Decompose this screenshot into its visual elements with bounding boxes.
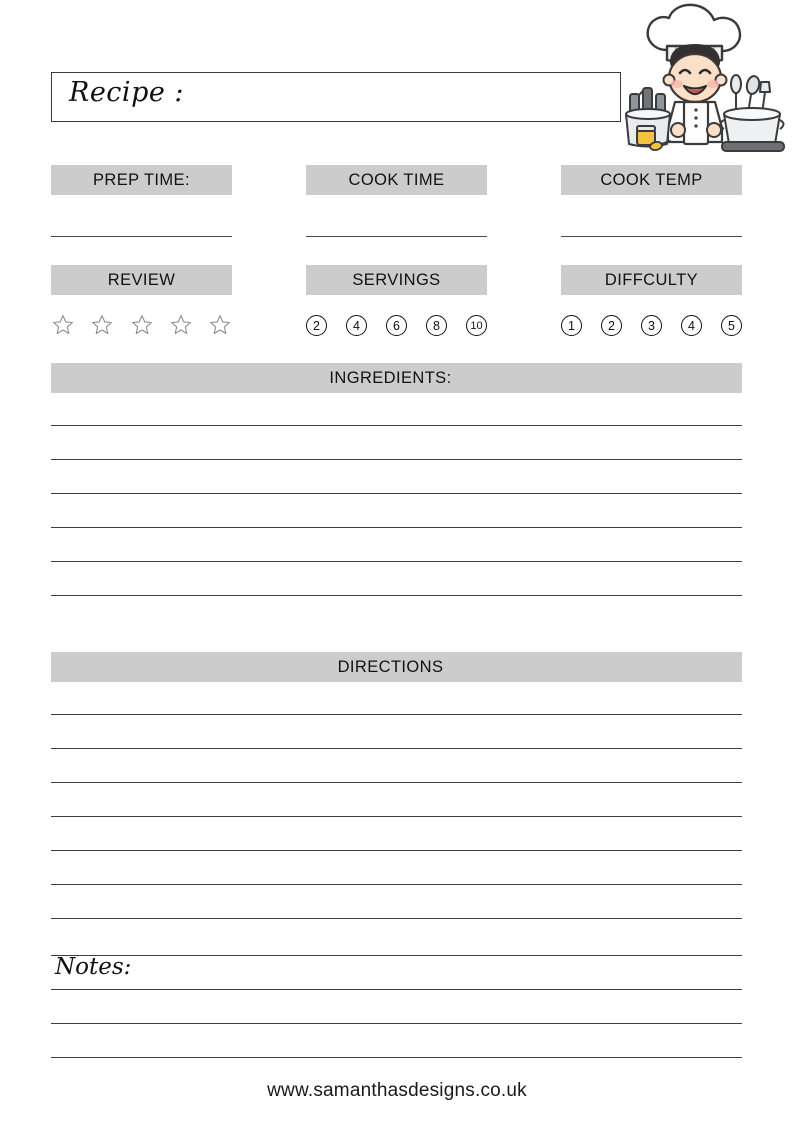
prep-time-input-rule[interactable] <box>51 236 232 237</box>
ingredient-line-5[interactable] <box>51 561 742 562</box>
review-header: REVIEW <box>51 265 232 295</box>
ingredients-header: INGREDIENTS: <box>51 363 742 393</box>
notes-label: Notes: <box>55 954 132 980</box>
footer-website-url: www.samanthasdesigns.co.uk <box>267 1080 527 1101</box>
direction-line-1[interactable] <box>51 714 742 715</box>
servings-label: SERVINGS <box>352 270 441 289</box>
servings-option-8[interactable]: 8 <box>426 315 447 336</box>
difficulty-option-label: 2 <box>608 318 615 333</box>
difficulty-option-3[interactable]: 3 <box>641 315 662 336</box>
ingredient-line-2[interactable] <box>51 459 742 460</box>
star-icon-2[interactable] <box>90 313 114 337</box>
cook-temp-input-rule[interactable] <box>561 236 742 237</box>
servings-option-label: 10 <box>470 319 483 332</box>
star-icon-1[interactable] <box>51 313 75 337</box>
servings-option-label: 2 <box>313 318 320 333</box>
servings-option-2[interactable]: 2 <box>306 315 327 336</box>
ingredients-label: INGREDIENTS: <box>329 368 452 387</box>
servings-option-label: 4 <box>353 318 360 333</box>
servings-options[interactable]: 2 4 6 8 10 <box>306 315 487 336</box>
cook-temp-header: COOK TEMP <box>561 165 742 195</box>
direction-line-7[interactable] <box>51 918 742 919</box>
notes-line-2[interactable] <box>51 989 742 990</box>
servings-option-label: 8 <box>433 318 440 333</box>
notes-line-4[interactable] <box>51 1057 742 1058</box>
cook-time-header: COOK TIME <box>306 165 487 195</box>
prep-time-header: PREP TIME: <box>51 165 232 195</box>
directions-header: DIRECTIONS <box>51 652 742 682</box>
recipe-title-field[interactable]: Recipe : <box>51 72 621 122</box>
difficulty-option-5[interactable]: 5 <box>721 315 742 336</box>
cook-temp-label: COOK TEMP <box>600 170 703 189</box>
cook-time-label: COOK TIME <box>348 170 445 189</box>
direction-line-4[interactable] <box>51 816 742 817</box>
notes-line-1[interactable] <box>51 955 742 956</box>
difficulty-option-4[interactable]: 4 <box>681 315 702 336</box>
servings-option-6[interactable]: 6 <box>386 315 407 336</box>
servings-header: SERVINGS <box>306 265 487 295</box>
cartoon-chef-illustration <box>612 2 792 154</box>
star-icon-5[interactable] <box>208 313 232 337</box>
star-icon-4[interactable] <box>169 313 193 337</box>
ingredient-line-3[interactable] <box>51 493 742 494</box>
star-icon-3[interactable] <box>130 313 154 337</box>
difficulty-option-label: 1 <box>568 318 575 333</box>
servings-option-label: 6 <box>393 318 400 333</box>
ingredient-line-6[interactable] <box>51 595 742 596</box>
ingredient-line-4[interactable] <box>51 527 742 528</box>
ingredient-line-1[interactable] <box>51 425 742 426</box>
directions-label: DIRECTIONS <box>337 657 444 676</box>
direction-line-2[interactable] <box>51 748 742 749</box>
prep-time-label: PREP TIME: <box>93 170 190 189</box>
direction-line-5[interactable] <box>51 850 742 851</box>
direction-line-3[interactable] <box>51 782 742 783</box>
difficulty-option-1[interactable]: 1 <box>561 315 582 336</box>
difficulty-option-2[interactable]: 2 <box>601 315 622 336</box>
recipe-title-label: Recipe : <box>69 77 185 108</box>
difficulty-options[interactable]: 1 2 3 4 5 <box>561 315 742 336</box>
cook-time-input-rule[interactable] <box>306 236 487 237</box>
direction-line-6[interactable] <box>51 884 742 885</box>
notes-line-3[interactable] <box>51 1023 742 1024</box>
recipe-page: Recipe : PREP TIME: COOK TIME COOK TEMP … <box>0 0 794 1123</box>
difficulty-label: DIFFCULTY <box>604 270 699 289</box>
review-star-rating[interactable] <box>51 313 232 337</box>
servings-option-4[interactable]: 4 <box>346 315 367 336</box>
review-label: REVIEW <box>107 270 176 289</box>
servings-option-10[interactable]: 10 <box>466 315 487 336</box>
difficulty-header: DIFFCULTY <box>561 265 742 295</box>
difficulty-option-label: 4 <box>688 318 695 333</box>
difficulty-option-label: 5 <box>728 318 735 333</box>
difficulty-option-label: 3 <box>648 318 655 333</box>
